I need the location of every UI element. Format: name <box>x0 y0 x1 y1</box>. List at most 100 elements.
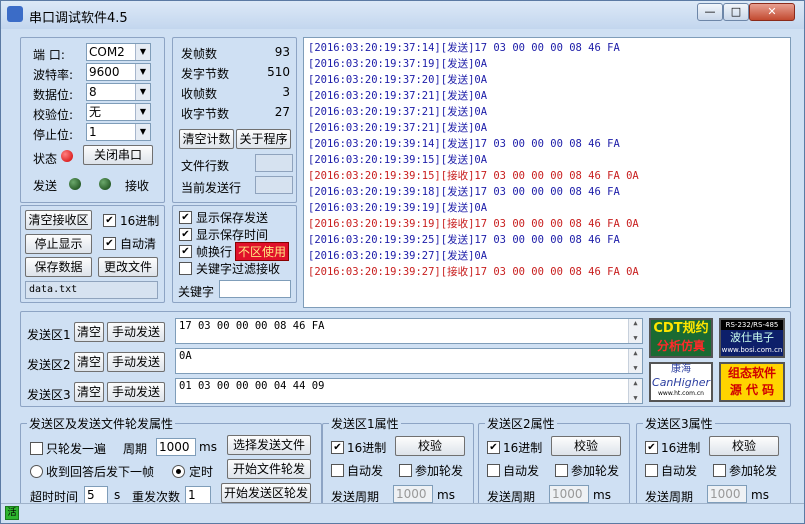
scrollbar[interactable]: ▲ ▼ <box>628 349 642 373</box>
send-areas-group: 发送区1 清空 手动发送 17 03 00 00 00 08 46 FA ▲ ▼ 发… <box>20 311 791 407</box>
frame-newline-checkbox[interactable]: ✔ <box>179 245 192 258</box>
save-data-button[interactable]: 保存数据 <box>25 257 92 277</box>
send-area-2-manual-button[interactable]: 手动发送 <box>107 352 165 372</box>
show-save-time-label: 显示保存时间 <box>196 228 269 242</box>
poll-period-input[interactable]: 1000 <box>156 438 196 456</box>
area3-hex-checkbox[interactable]: ✔ <box>645 441 658 454</box>
parity-label: 校验位: <box>33 108 74 122</box>
send-area-1-props-group: 发送区1属性 ✔ 16进制 校验 自动发 参加轮发 发送周期 1000 ms <box>322 415 474 515</box>
send-area-1-clear-button[interactable]: 清空 <box>74 322 104 342</box>
log-line: [2016:03:20:19:39:27][发送]0A <box>308 250 488 262</box>
state-led <box>61 150 73 162</box>
show-save-send-checkbox[interactable]: ✔ <box>179 211 192 224</box>
recv-hex-checkbox[interactable]: ✔ <box>103 214 116 227</box>
area2-hex-checkbox[interactable]: ✔ <box>487 441 500 454</box>
send-led <box>69 178 81 190</box>
area2-hex-label: 16进制 <box>503 441 543 455</box>
cdt-banner[interactable]: CDT规约 分析仿真 <box>649 318 713 358</box>
scrollbar[interactable]: ▲ ▼ <box>628 319 642 343</box>
stop-bits-label: 停止位: <box>33 128 74 142</box>
send-area-3-clear-button[interactable]: 清空 <box>74 382 104 402</box>
file-lines-field <box>255 154 293 172</box>
timeout-input[interactable]: 5 <box>84 486 108 504</box>
recv-hex-label: 16进制 <box>120 214 160 228</box>
start-area-poll-button[interactable]: 开始发送区轮发 <box>221 483 311 503</box>
stop-display-button[interactable]: 停止显示 <box>25 234 92 254</box>
log-line: [2016:03:20:19:37:21][发送]0A <box>308 90 488 102</box>
after-reply-radio[interactable] <box>30 465 43 478</box>
stop-bits-select[interactable]: 1 ▼ <box>86 123 151 141</box>
area3-period-input[interactable]: 1000 <box>707 485 747 503</box>
client-area: 端 口: COM2 ▼ 波特率: 9600 ▼ 数据位: 8 ▼ 校验位: 无 ▼ 停止… <box>9 31 797 519</box>
area2-auto-send-checkbox[interactable] <box>487 464 500 477</box>
log-line: [2016:03:20:19:37:21][发送]0A <box>308 106 488 118</box>
resend-input[interactable]: 1 <box>185 486 211 504</box>
receive-log[interactable]: [2016:03:20:19:37:14][发送]17 03 00 00 00 … <box>303 37 791 308</box>
keyword-input[interactable] <box>219 280 291 298</box>
choose-file-button[interactable]: 选择发送文件 <box>227 435 311 455</box>
only-once-label: 只轮发一遍 <box>46 442 107 456</box>
change-file-button[interactable]: 更改文件 <box>98 257 158 277</box>
data-bits-select[interactable]: 8 ▼ <box>86 83 151 101</box>
bosi-banner[interactable]: RS-232/RS-485 波仕电子 www.bosi.com.cn <box>719 318 785 358</box>
auto-clear-checkbox[interactable]: ✔ <box>103 237 116 250</box>
area3-auto-send-label: 自动发 <box>661 464 698 478</box>
poll-period-label: 周期 <box>123 442 148 456</box>
area2-period-input[interactable]: 1000 <box>549 485 589 503</box>
close-port-button[interactable]: 关闭串口 <box>83 145 153 165</box>
send-area-3-manual-button[interactable]: 手动发送 <box>107 382 165 402</box>
source-code-banner[interactable]: 组态软件 源 代 码 <box>719 362 785 402</box>
keyword-label: 关键字 <box>178 285 215 299</box>
send-area-1-input[interactable]: 17 03 00 00 00 08 46 FA ▲ ▼ <box>175 318 643 344</box>
area1-period-input[interactable]: 1000 <box>393 485 433 503</box>
state-label: 状态 <box>33 152 58 166</box>
canhigher-banner[interactable]: 康海 CanHigher www.ht.com.cn <box>649 362 713 402</box>
chevron-down-icon: ▼ <box>135 84 150 100</box>
area2-verify-button[interactable]: 校验 <box>551 436 621 456</box>
chevron-down-icon: ▼ <box>135 124 150 140</box>
send-area-1-label: 发送区1 <box>27 328 71 342</box>
port-settings-group: 端 口: COM2 ▼ 波特率: 9600 ▼ 数据位: 8 ▼ 校验位: 无 ▼ 停止… <box>20 37 165 203</box>
log-line: [2016:03:20:19:39:19][接收]17 03 00 00 00 … <box>308 218 639 230</box>
area2-auto-send-label: 自动发 <box>503 464 540 478</box>
send-area-3-input[interactable]: 01 03 00 00 00 04 44 09 ▲ ▼ <box>175 378 643 404</box>
area3-join-poll-label: 参加轮发 <box>729 464 778 478</box>
recv-bytes-label: 收字节数 <box>181 107 230 121</box>
area1-auto-send-checkbox[interactable] <box>331 464 344 477</box>
baud-select[interactable]: 9600 ▼ <box>86 63 151 81</box>
send-area-2-clear-button[interactable]: 清空 <box>74 352 104 372</box>
send-area-1-manual-button[interactable]: 手动发送 <box>107 322 165 342</box>
window-title: 串口调试软件4.5 <box>29 11 128 26</box>
show-save-time-checkbox[interactable]: ✔ <box>179 228 192 241</box>
port-select[interactable]: COM2 ▼ <box>86 43 151 61</box>
recv-frames-value: 3 <box>282 85 290 99</box>
sent-bytes-label: 发字节数 <box>181 67 230 81</box>
sent-frames-value: 93 <box>274 45 290 59</box>
start-file-poll-button[interactable]: 开始文件轮发 <box>227 459 311 479</box>
log-line: [2016:03:20:19:37:14][发送]17 03 00 00 00 … <box>308 42 620 54</box>
area2-join-poll-checkbox[interactable] <box>555 464 568 477</box>
parity-select[interactable]: 无 ▼ <box>86 103 151 121</box>
poll-period-unit: ms <box>199 440 217 454</box>
keyword-filter-checkbox[interactable] <box>179 262 192 275</box>
send-area-2-input[interactable]: 0A ▲ ▼ <box>175 348 643 374</box>
area1-hex-checkbox[interactable]: ✔ <box>331 441 344 454</box>
log-line: [2016:03:20:19:39:18][发送]17 03 00 00 00 … <box>308 186 620 198</box>
log-line: [2016:03:20:19:37:21][发送]0A <box>308 122 488 134</box>
minimize-button[interactable]: — <box>697 3 723 21</box>
scrollbar[interactable]: ▲ ▼ <box>628 379 642 403</box>
area1-join-poll-checkbox[interactable] <box>399 464 412 477</box>
maximize-button[interactable]: □ <box>723 3 749 21</box>
timed-radio[interactable] <box>172 465 185 478</box>
area3-verify-button[interactable]: 校验 <box>709 436 779 456</box>
clear-count-button[interactable]: 清空计数 <box>179 129 234 149</box>
close-button[interactable]: ✕ <box>749 3 795 21</box>
about-button[interactable]: 关于程序 <box>236 129 291 149</box>
area3-auto-send-checkbox[interactable] <box>645 464 658 477</box>
clear-recv-button[interactable]: 清空接收区 <box>25 210 92 230</box>
area1-verify-button[interactable]: 校验 <box>395 436 465 456</box>
area1-period-unit: ms <box>437 488 455 502</box>
only-once-checkbox[interactable] <box>30 442 43 455</box>
area3-join-poll-checkbox[interactable] <box>713 464 726 477</box>
send-area-2-props-group: 发送区2属性 ✔ 16进制 校验 自动发 参加轮发 发送周期 1000 ms <box>478 415 630 515</box>
